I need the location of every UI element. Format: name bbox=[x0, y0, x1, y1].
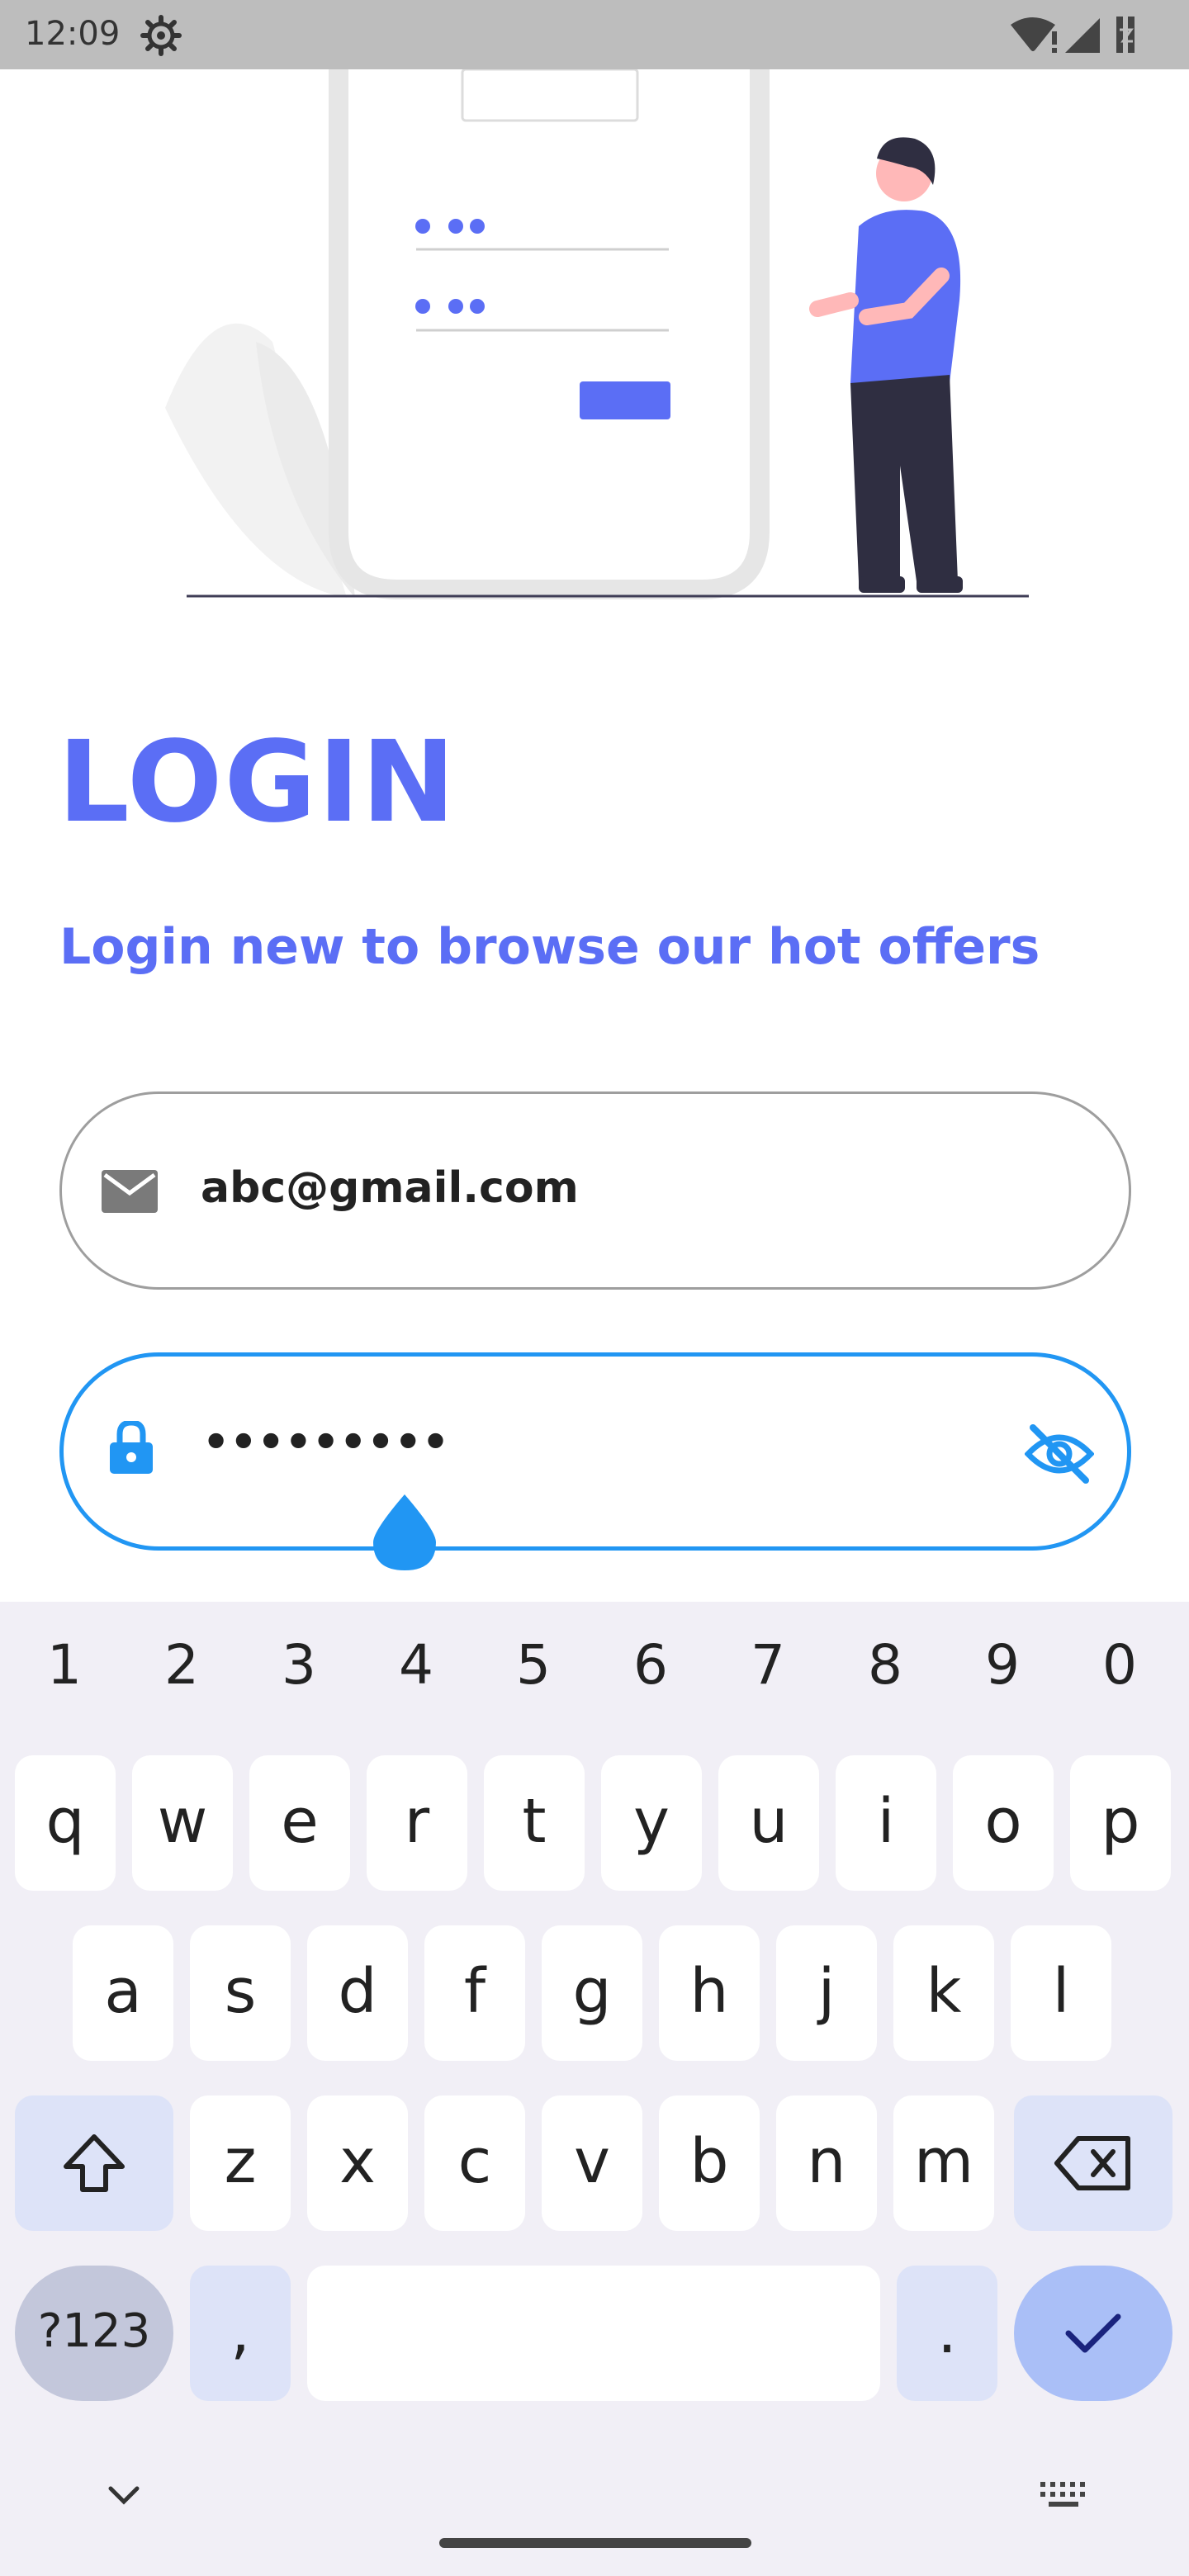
key-l[interactable]: l bbox=[1011, 1925, 1111, 2061]
email-field[interactable]: abc@gmail.com bbox=[59, 1091, 1131, 1290]
keyboard-switch-icon[interactable] bbox=[1039, 2479, 1088, 2512]
lock-icon bbox=[110, 1421, 153, 1474]
login-illustration bbox=[165, 69, 1029, 599]
password-field[interactable]: ••••••••• bbox=[59, 1352, 1131, 1551]
space-key[interactable] bbox=[307, 2266, 880, 2401]
phone-mockup bbox=[329, 69, 770, 599]
password-dots-1 bbox=[415, 219, 485, 234]
keyboard-bottom-bar bbox=[0, 2452, 1189, 2576]
key-h[interactable]: h bbox=[659, 1925, 760, 2061]
leaf-decoration bbox=[165, 323, 355, 598]
key-t[interactable]: t bbox=[484, 1755, 585, 1891]
eye-off-icon[interactable] bbox=[1025, 1423, 1094, 1485]
key-f[interactable]: f bbox=[424, 1925, 525, 2061]
backspace-icon bbox=[1054, 2136, 1130, 2190]
check-icon bbox=[1065, 2313, 1121, 2353]
key-1[interactable]: 1 bbox=[15, 1628, 114, 1702]
symbols-key[interactable]: ?123 bbox=[15, 2266, 173, 2401]
wifi-icon bbox=[1011, 17, 1057, 53]
password-dots-2 bbox=[415, 299, 485, 314]
key-5[interactable]: 5 bbox=[484, 1628, 583, 1702]
number-row: 1 2 3 4 5 6 7 8 9 0 bbox=[0, 1628, 1189, 1702]
key-u[interactable]: u bbox=[718, 1755, 819, 1891]
key-r[interactable]: r bbox=[367, 1755, 467, 1891]
email-value[interactable]: abc@gmail.com bbox=[201, 1163, 579, 1213]
key-e[interactable]: e bbox=[249, 1755, 350, 1891]
key-b[interactable]: b bbox=[659, 2095, 760, 2231]
settings-gear-icon bbox=[140, 15, 182, 56]
chevron-down-icon[interactable] bbox=[106, 2484, 142, 2507]
signal-icon bbox=[1065, 18, 1100, 53]
key-w[interactable]: w bbox=[132, 1755, 233, 1891]
onscreen-keyboard: 1 2 3 4 5 6 7 8 9 0 q w e r t y u i o p … bbox=[0, 1602, 1189, 2576]
key-s[interactable]: s bbox=[190, 1925, 291, 2061]
key-k[interactable]: k bbox=[893, 1925, 994, 2061]
key-y[interactable]: y bbox=[601, 1755, 702, 1891]
key-z[interactable]: z bbox=[190, 2095, 291, 2231]
key-3[interactable]: 3 bbox=[249, 1628, 348, 1702]
status-time: 12:09 bbox=[25, 15, 121, 53]
key-i[interactable]: i bbox=[836, 1755, 936, 1891]
key-8[interactable]: 8 bbox=[836, 1628, 935, 1702]
key-q[interactable]: q bbox=[15, 1755, 116, 1891]
shift-icon bbox=[64, 2134, 125, 2192]
done-key[interactable] bbox=[1014, 2266, 1172, 2401]
home-indicator[interactable] bbox=[439, 2538, 751, 2548]
key-j[interactable]: j bbox=[776, 1925, 877, 2061]
text-cursor-handle[interactable] bbox=[372, 1491, 438, 1570]
shift-key[interactable] bbox=[15, 2095, 173, 2231]
mail-icon bbox=[102, 1170, 158, 1213]
status-icons bbox=[1011, 17, 1135, 53]
key-c[interactable]: c bbox=[424, 2095, 525, 2231]
backspace-key[interactable] bbox=[1014, 2095, 1172, 2231]
key-7[interactable]: 7 bbox=[718, 1628, 817, 1702]
key-n[interactable]: n bbox=[776, 2095, 877, 2231]
key-p[interactable]: p bbox=[1070, 1755, 1171, 1891]
key-x[interactable]: x bbox=[307, 2095, 408, 2231]
key-v[interactable]: v bbox=[542, 2095, 642, 2231]
key-4[interactable]: 4 bbox=[367, 1628, 466, 1702]
key-a[interactable]: a bbox=[73, 1925, 173, 2061]
key-9[interactable]: 9 bbox=[953, 1628, 1052, 1702]
status-bar: 12:09 bbox=[0, 0, 1189, 69]
comma-key[interactable]: , bbox=[190, 2266, 291, 2401]
person-figure bbox=[809, 137, 963, 593]
key-d[interactable]: d bbox=[307, 1925, 408, 2061]
page-subtitle: Login new to browse our hot offers bbox=[59, 918, 1040, 976]
key-2[interactable]: 2 bbox=[132, 1628, 231, 1702]
page-title: LOGIN bbox=[58, 717, 457, 848]
key-0[interactable]: 0 bbox=[1070, 1628, 1169, 1702]
battery-charging-icon bbox=[1116, 17, 1135, 53]
key-m[interactable]: m bbox=[893, 2095, 994, 2231]
password-value[interactable]: ••••••••• bbox=[202, 1418, 449, 1467]
key-o[interactable]: o bbox=[953, 1755, 1054, 1891]
key-g[interactable]: g bbox=[542, 1925, 642, 2061]
key-6[interactable]: 6 bbox=[601, 1628, 700, 1702]
period-key[interactable]: . bbox=[897, 2266, 997, 2401]
